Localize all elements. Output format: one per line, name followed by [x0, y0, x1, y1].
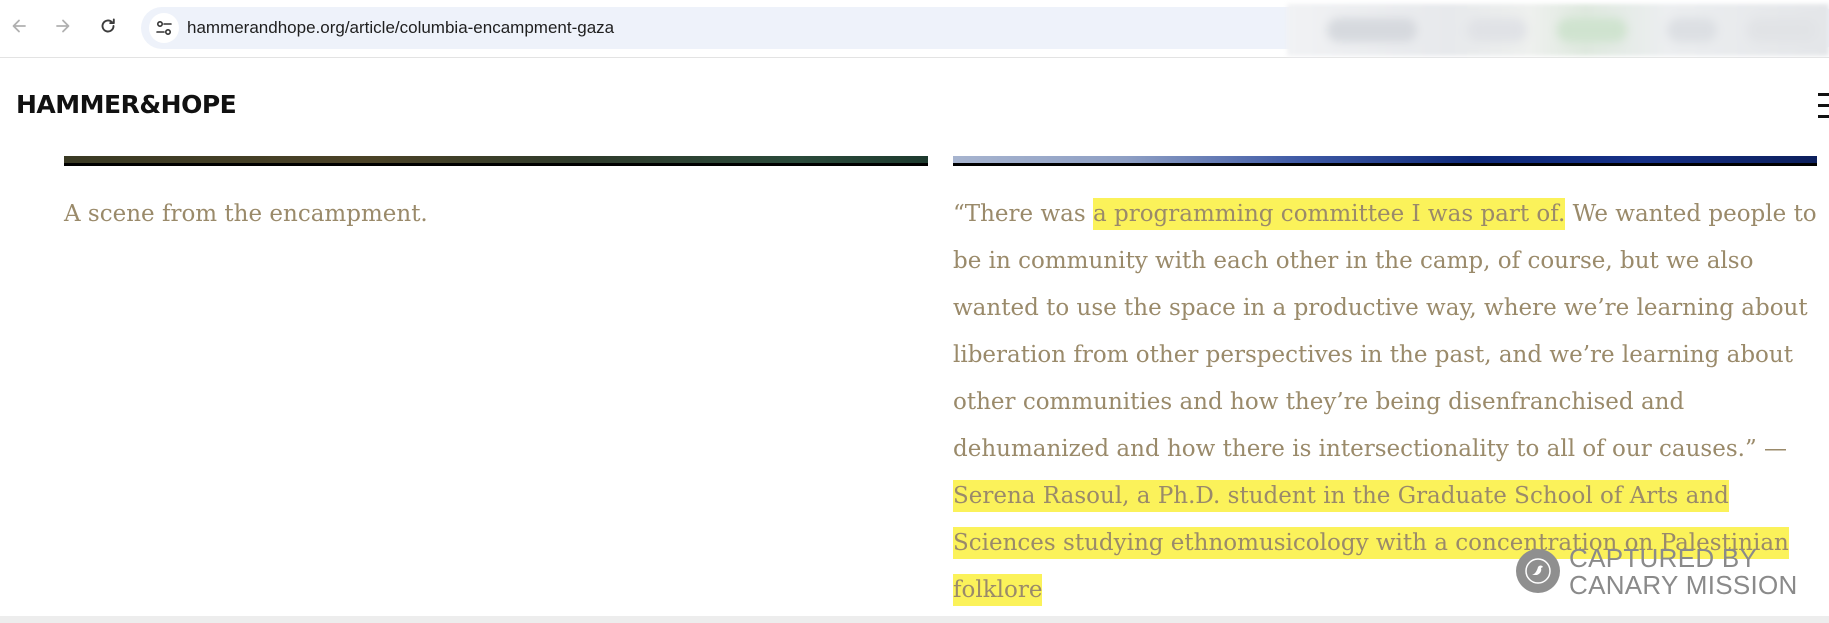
- back-button[interactable]: [3, 10, 35, 42]
- forward-button[interactable]: [47, 10, 79, 42]
- tune-icon: [156, 20, 172, 36]
- watermark-line1: CAPTURED BY: [1569, 543, 1758, 573]
- browser-toolbar: hammerandhope.org/article/columbia-encam…: [0, 0, 1829, 58]
- caption-text: “There was: [953, 201, 1093, 227]
- hamburger-menu-icon[interactable]: [1818, 93, 1829, 119]
- highlighted-text: a programming committee I was part of.: [1092, 198, 1566, 230]
- page-bottom-divider: [0, 616, 1829, 623]
- watermark-text: CAPTURED BY CANARY MISSION: [1569, 545, 1798, 599]
- reload-icon: [101, 18, 115, 33]
- watermark-line2: CANARY MISSION: [1569, 570, 1798, 600]
- arrow-right-icon: [56, 19, 70, 33]
- caption-text: We wanted people to be in community with…: [953, 201, 1817, 462]
- canary-mission-watermark: CAPTURED BY CANARY MISSION: [1516, 545, 1816, 601]
- reload-button[interactable]: [92, 10, 124, 42]
- blurred-extensions-area: [1287, 4, 1829, 56]
- arrow-left-icon: [12, 19, 26, 33]
- site-header: HAMMER&HOPE: [0, 58, 1829, 156]
- canary-bird-icon: [1516, 549, 1560, 593]
- site-info-button[interactable]: [149, 13, 179, 43]
- article-image-left: [64, 156, 928, 166]
- article-image-right: [953, 156, 1817, 166]
- site-logo[interactable]: HAMMER&HOPE: [16, 90, 237, 119]
- url-text[interactable]: hammerandhope.org/article/columbia-encam…: [187, 7, 614, 49]
- image-caption-left: A scene from the encampment.: [64, 201, 428, 227]
